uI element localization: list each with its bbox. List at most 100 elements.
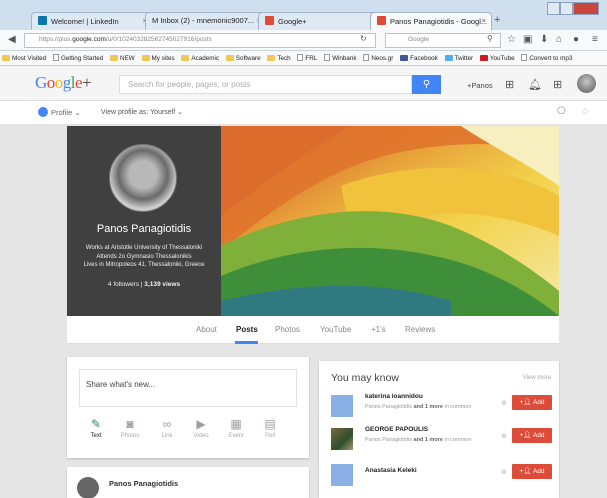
tab-posts[interactable]: Posts <box>236 325 258 334</box>
bookmark-youtube[interactable]: YouTube <box>479 55 515 62</box>
suggestion-avatar[interactable] <box>331 428 353 450</box>
view-more-link[interactable]: View more <box>523 375 551 381</box>
mutual-suffix: in common <box>444 437 472 443</box>
account-avatar[interactable] <box>577 74 596 93</box>
dismiss-icon[interactable]: ⊗ <box>501 432 507 440</box>
profile-photo[interactable] <box>109 144 177 212</box>
suggestion-avatar[interactable] <box>331 395 353 417</box>
tab-about[interactable]: About <box>196 325 217 334</box>
dismiss-icon[interactable]: ⊗ <box>501 399 507 407</box>
search-icon[interactable]: ⚲ <box>487 34 493 43</box>
share-option-label: Poll <box>264 433 275 439</box>
menu-icon[interactable]: ≡ <box>592 34 598 45</box>
share-placeholder: Share what's new... <box>86 380 156 389</box>
profile-menu-button[interactable]: Profile ⌄ <box>38 107 81 117</box>
suggestion-name[interactable]: GEORGE PAPOULIS <box>365 426 428 433</box>
star-icon[interactable]: ☆ <box>507 34 516 45</box>
share-photos-button[interactable]: ◙ Photos <box>113 417 147 439</box>
cover-photo[interactable] <box>221 126 559 316</box>
gplus-header: Google+ Search for people, pages, or pos… <box>0 66 607 101</box>
bookmark-most-visited[interactable]: Most Visited <box>2 55 46 62</box>
new-tab-button[interactable]: + <box>494 14 500 26</box>
folder-icon <box>225 55 234 61</box>
tab-plus-ones[interactable]: +1's <box>371 325 386 334</box>
suggestion-avatar[interactable] <box>331 464 353 486</box>
bookmark-software[interactable]: Software <box>225 55 261 62</box>
post-author-name[interactable]: Panos Panagiotidis <box>109 479 178 488</box>
add-person-button[interactable]: +👤︎ Add <box>512 464 552 479</box>
share-option-label: Event <box>228 433 244 439</box>
share-video-button[interactable]: ▶ Video <box>184 417 218 439</box>
bookmark-facebook[interactable]: Facebook <box>400 55 438 62</box>
add-label: Add <box>532 432 545 439</box>
back-arrow-icon[interactable]: ◀ <box>8 34 16 45</box>
add-person-button[interactable]: +👤︎ Add <box>512 428 552 443</box>
minimize-button[interactable] <box>547 2 560 15</box>
share-poll-button[interactable]: ▤ Poll <box>253 417 287 439</box>
gplus-search-button[interactable]: ⚲ <box>412 75 441 94</box>
video-icon: ▶ <box>196 417 206 431</box>
bookmark-frl[interactable]: FRL <box>297 54 317 62</box>
gplus-search-input[interactable]: Search for people, pages, or posts <box>119 75 412 94</box>
mutual-more[interactable]: and 1 more <box>414 437 443 443</box>
notifications-bell-icon[interactable]: 🔔︎ <box>528 78 542 91</box>
tab-youtube[interactable]: YouTube <box>320 325 351 334</box>
bookmark-getting-started[interactable]: Getting Started <box>52 54 103 62</box>
bookmark-my-sites[interactable]: My sites <box>141 55 175 62</box>
close-window-button[interactable] <box>573 2 599 15</box>
clipboard-icon[interactable]: ▣ <box>523 34 532 45</box>
tab-reviews[interactable]: Reviews <box>405 325 435 334</box>
window-controls <box>547 2 603 16</box>
browser-tab-profile[interactable]: Panos Panagiotidis - Googl... × <box>370 12 492 30</box>
views-count: 3,139 views <box>144 281 181 288</box>
browser-search-field[interactable]: Google <box>385 33 501 48</box>
share-input[interactable]: Share what's new... <box>79 369 297 407</box>
browser-tab-linkedin[interactable]: Welcome! | LinkedIn× <box>31 12 153 30</box>
share-event-button[interactable]: ▦ Event <box>219 417 253 439</box>
pencil-icon: ✎ <box>90 417 102 431</box>
share-text-button[interactable]: ✎ Text <box>79 417 113 439</box>
reload-icon[interactable]: ↻ <box>360 34 367 43</box>
close-tab-icon[interactable]: × <box>482 16 486 25</box>
share-link-button[interactable]: ∞ Link <box>150 417 184 439</box>
bookmark-convert[interactable]: Convert to mp3 <box>521 54 572 62</box>
youtube-icon <box>479 55 488 61</box>
address-bar[interactable]: https://plus.google.com/u/0/102403282562… <box>24 33 376 48</box>
circles-icon[interactable]: ⎔ <box>557 106 566 117</box>
add-person-button[interactable]: +👤︎ Add <box>512 395 552 410</box>
suggestion-name[interactable]: katerina ioannidou <box>365 393 423 400</box>
camera-icon: ◙ <box>126 417 134 431</box>
profile-school: Attends 2o Gymnasio Thessalonikis <box>96 253 192 260</box>
addon-icon[interactable]: ● <box>573 34 579 45</box>
browser-tab-googleplus[interactable]: Google+× <box>258 12 380 30</box>
tab-photos[interactable]: Photos <box>275 325 300 334</box>
gplus-logo[interactable]: Google+ <box>35 73 92 93</box>
bookmark-new[interactable]: NEW <box>110 55 135 62</box>
page-icon <box>363 54 370 61</box>
bookmark-academic[interactable]: Academic <box>181 55 219 62</box>
bookmark-twitter[interactable]: Twitter <box>444 55 474 62</box>
bookmark-label: Most Visited <box>12 55 47 62</box>
gplus-user-link[interactable]: +Panos <box>467 81 493 90</box>
apps-grid-icon[interactable]: ⊞ <box>505 78 514 91</box>
post-author-avatar[interactable] <box>77 477 99 498</box>
dismiss-icon[interactable]: ⊗ <box>501 468 507 476</box>
share-plus-icon[interactable]: ⊞ <box>553 78 562 91</box>
view-profile-as-dropdown[interactable]: View profile as: Yourself ⌄ <box>101 108 183 116</box>
bookmark-label: FRL <box>305 55 318 62</box>
bookmark-winbank[interactable]: Winbank <box>324 54 357 62</box>
home-icon[interactable]: ⌂ <box>556 34 562 45</box>
bookmark-neos[interactable]: Neos.gr <box>363 54 393 62</box>
bookmark-label: Software <box>235 55 261 62</box>
browser-tab-gmail[interactable]: M Inbox (2) - mnemonic9007...× <box>145 12 267 30</box>
mutual-suffix: in common <box>444 404 472 410</box>
hangouts-icon[interactable]: ◌ <box>582 106 588 117</box>
suggestion-name[interactable]: Anastasia Keleki <box>365 467 417 474</box>
maximize-button[interactable] <box>560 2 573 15</box>
bookmark-label: Twitter <box>454 55 474 62</box>
download-icon[interactable]: ⬇ <box>540 34 548 45</box>
bookmark-tech[interactable]: Tech <box>267 55 291 62</box>
page-icon <box>324 54 331 61</box>
mutual-more[interactable]: and 1 more <box>414 404 443 410</box>
followers-count[interactable]: 4 followers <box>108 281 139 288</box>
